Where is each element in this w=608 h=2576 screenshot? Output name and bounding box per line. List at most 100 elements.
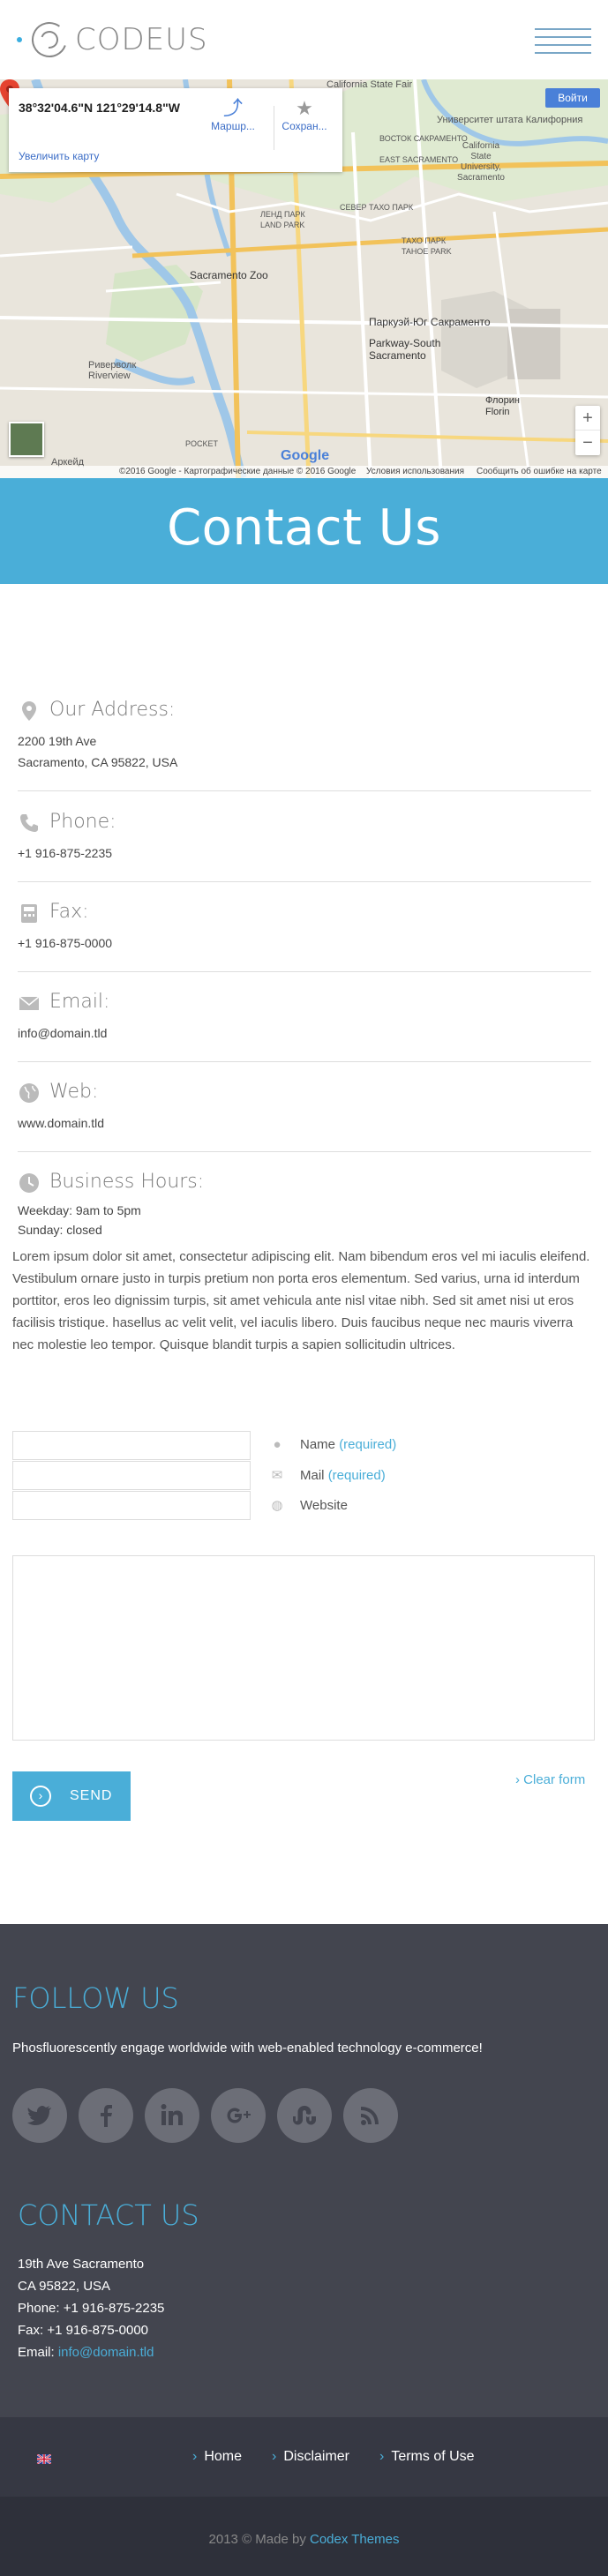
mail-label: ✉ Mail (required) bbox=[269, 1467, 386, 1483]
map-footer: ©2016 Google - Картографические данные ©… bbox=[0, 466, 608, 478]
map-label: EAST SACRAMENTO bbox=[379, 155, 459, 164]
facebook-icon[interactable] bbox=[79, 2088, 133, 2143]
nav-disclaimer[interactable]: › Disclaimer bbox=[272, 2449, 349, 2465]
logo-dot bbox=[17, 37, 22, 42]
mail-input[interactable] bbox=[12, 1461, 251, 1490]
hours-block: Business Hours: Weekday: 9am to 5pm Sund… bbox=[18, 1171, 591, 1239]
email-block: Email: info@domain.tld bbox=[18, 991, 591, 1062]
nav-home[interactable]: › Home bbox=[192, 2449, 242, 2465]
page: CODEUS California State Fair Университет… bbox=[0, 0, 608, 2576]
map-label: Sacramento Zoo bbox=[190, 269, 268, 281]
divider bbox=[18, 1061, 591, 1062]
fax-icon bbox=[21, 904, 37, 923]
phone-value[interactable]: +1 916-875-2235 bbox=[18, 842, 591, 864]
divider bbox=[18, 971, 591, 972]
nav-terms[interactable]: › Terms of Use bbox=[379, 2449, 475, 2465]
map-terms-link[interactable]: Условия использования bbox=[366, 467, 464, 476]
footer-address-line1: 19th Ave Sacramento bbox=[18, 2257, 145, 2272]
logo-text[interactable]: CODEUS bbox=[75, 22, 208, 57]
enlarge-map-link[interactable]: Увеличить карту bbox=[19, 150, 99, 162]
twitter-icon[interactable] bbox=[12, 2088, 67, 2143]
google-map[interactable]: California State Fair Университет штата … bbox=[0, 79, 608, 478]
footer-contact-title: CONTACT US bbox=[18, 2198, 199, 2232]
map-signin-button[interactable]: Войти bbox=[545, 88, 600, 108]
zoom-out-button[interactable]: − bbox=[575, 431, 600, 455]
map-label: LAND PARK bbox=[260, 221, 305, 229]
page-title: Contact Us bbox=[167, 499, 441, 557]
map-copyright: ©2016 Google - Картографические данные ©… bbox=[119, 467, 357, 476]
map-label: Университет штата Калифорния bbox=[437, 115, 583, 125]
footer-fax: Fax: +1 916-875-0000 bbox=[18, 2323, 149, 2338]
map-label: СЕВЕР ТАХО ПАРК bbox=[340, 203, 414, 212]
route-button[interactable]: ⤴ Маршр... bbox=[206, 97, 259, 132]
email-value[interactable]: info@domain.tld bbox=[18, 1022, 591, 1044]
address-block: Our Address: 2200 19th Ave Sacramento, C… bbox=[18, 699, 591, 791]
address-line1: 2200 19th Ave bbox=[18, 734, 97, 748]
name-label: ● Name (required) bbox=[269, 1437, 396, 1452]
hours-label: Business Hours: bbox=[49, 1171, 205, 1193]
globe-icon: ◍ bbox=[271, 1498, 283, 1513]
phone-block: Phone: +1 916-875-2235 bbox=[18, 811, 591, 882]
divider bbox=[18, 790, 591, 791]
footer-contact: 19th Ave Sacramento CA 95822, USA Phone:… bbox=[18, 2253, 164, 2363]
map-pin-icon bbox=[22, 701, 36, 721]
map-zoom-control: + − bbox=[575, 406, 600, 455]
satellite-toggle[interactable] bbox=[9, 422, 44, 457]
map-label: ТАХО ПАРК bbox=[402, 236, 447, 245]
follow-title: FOLLOW US bbox=[12, 1981, 179, 2015]
map-label: POCKET bbox=[185, 439, 219, 448]
user-icon: ● bbox=[273, 1437, 281, 1452]
envelope-icon bbox=[19, 996, 40, 1010]
stumbleupon-icon[interactable] bbox=[277, 2088, 332, 2143]
map-label: California State University, Sacramento bbox=[457, 141, 505, 183]
name-input[interactable] bbox=[12, 1431, 251, 1460]
map-report-link[interactable]: Сообщить об ошибке на карте bbox=[477, 467, 602, 476]
fax-block: Fax: +1 916-875-0000 bbox=[18, 901, 591, 972]
copyright-bar: 2013 © Made by Codex Themes bbox=[0, 2497, 608, 2576]
address-label: Our Address: bbox=[49, 699, 176, 721]
globe-icon bbox=[19, 1083, 39, 1103]
clock-icon bbox=[19, 1173, 39, 1193]
web-value[interactable]: www.domain.tld bbox=[18, 1112, 591, 1134]
divider bbox=[18, 1151, 591, 1152]
menu-icon[interactable] bbox=[535, 28, 591, 55]
linkedin-icon[interactable] bbox=[145, 2088, 199, 2143]
codex-themes-link[interactable]: Codex Themes bbox=[310, 2532, 399, 2547]
divider bbox=[18, 881, 591, 882]
website-input[interactable] bbox=[12, 1491, 251, 1520]
address-line2: Sacramento, CA 95822, USA bbox=[18, 755, 178, 769]
phone-icon bbox=[20, 814, 38, 832]
follow-text: Phosfluorescently engage worldwide with … bbox=[12, 2041, 483, 2056]
star-icon: ★ bbox=[296, 97, 313, 119]
logo-icon[interactable] bbox=[31, 21, 68, 58]
zoom-in-button[interactable]: + bbox=[575, 406, 600, 431]
map-label: TAHOE PARK bbox=[402, 247, 452, 256]
website-label: ◍ Website bbox=[269, 1497, 347, 1513]
bottom-nav: › Home › Disclaimer › Terms of Use bbox=[0, 2417, 608, 2497]
hours-sunday: Sunday: closed bbox=[18, 1223, 102, 1237]
footer-address-line2: CA 95822, USA bbox=[18, 2279, 111, 2294]
footer-phone: Phone: +1 916-875-2235 bbox=[18, 2301, 165, 2316]
footer-email-row: Email: info@domain.tld bbox=[18, 2345, 154, 2360]
google-plus-icon[interactable] bbox=[211, 2088, 266, 2143]
map-label: Риверволк Riverview bbox=[88, 360, 137, 381]
google-logo: Google bbox=[281, 448, 330, 463]
message-textarea[interactable] bbox=[12, 1555, 595, 1741]
arrow-right-icon: › bbox=[30, 1786, 51, 1807]
map-label: ЛЕНД ПАРК bbox=[260, 210, 305, 219]
directions-icon: ⤴ bbox=[222, 97, 243, 119]
intro-paragraph: Lorem ipsum dolor sit amet, consectetur … bbox=[12, 1249, 590, 1352]
page-hero: Contact Us bbox=[0, 478, 608, 584]
map-coords: 38°32'04.6"N 121°29'14.8"W bbox=[19, 101, 180, 115]
map-label: Parkway-South Sacramento bbox=[369, 337, 441, 362]
uk-flag-icon[interactable] bbox=[37, 2454, 51, 2464]
clear-form-link[interactable]: › Clear form bbox=[515, 1772, 585, 1787]
save-place-button[interactable]: ★ Сохран... bbox=[278, 97, 331, 132]
site-header: CODEUS bbox=[0, 0, 608, 79]
web-block: Web: www.domain.tld bbox=[18, 1081, 591, 1152]
hours-weekday: Weekday: 9am to 5pm bbox=[18, 1203, 141, 1217]
web-label: Web: bbox=[49, 1081, 99, 1103]
footer-email-link[interactable]: info@domain.tld bbox=[58, 2345, 154, 2360]
rss-icon[interactable] bbox=[343, 2088, 398, 2143]
send-button[interactable]: › SEND bbox=[12, 1771, 131, 1821]
